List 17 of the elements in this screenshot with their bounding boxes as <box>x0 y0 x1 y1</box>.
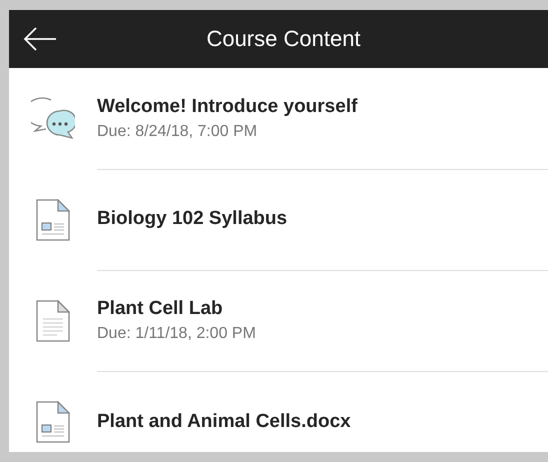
content-item[interactable]: Biology 102 Syllabus <box>9 169 548 270</box>
item-title: Welcome! Introduce yourself <box>97 96 358 118</box>
content-item[interactable]: Welcome! Introduce yourself Due: 8/24/18, 7:00 PM <box>9 68 548 169</box>
item-title: Plant and Animal Cells.docx <box>97 410 352 432</box>
item-title: Plant Cell Lab <box>97 298 224 320</box>
back-arrow-icon <box>23 27 57 51</box>
item-title: Biology 102 Syllabus <box>97 208 288 230</box>
due-date: Due: 1/11/18, 2:00 PM <box>97 324 257 342</box>
document-icon <box>36 198 70 240</box>
content-item[interactable]: Plant and Animal Cells.docx <box>9 371 548 452</box>
document-icon <box>36 400 70 442</box>
content-item[interactable]: Plant Cell Lab Due: 1/11/18, 2:00 PM <box>9 270 548 371</box>
chat-bubbles-icon <box>31 96 75 140</box>
due-date: Due: 8/24/18, 7:00 PM <box>97 122 258 140</box>
header-title: Course Content <box>206 26 361 52</box>
document-icon <box>36 300 70 342</box>
back-button[interactable] <box>23 27 57 51</box>
